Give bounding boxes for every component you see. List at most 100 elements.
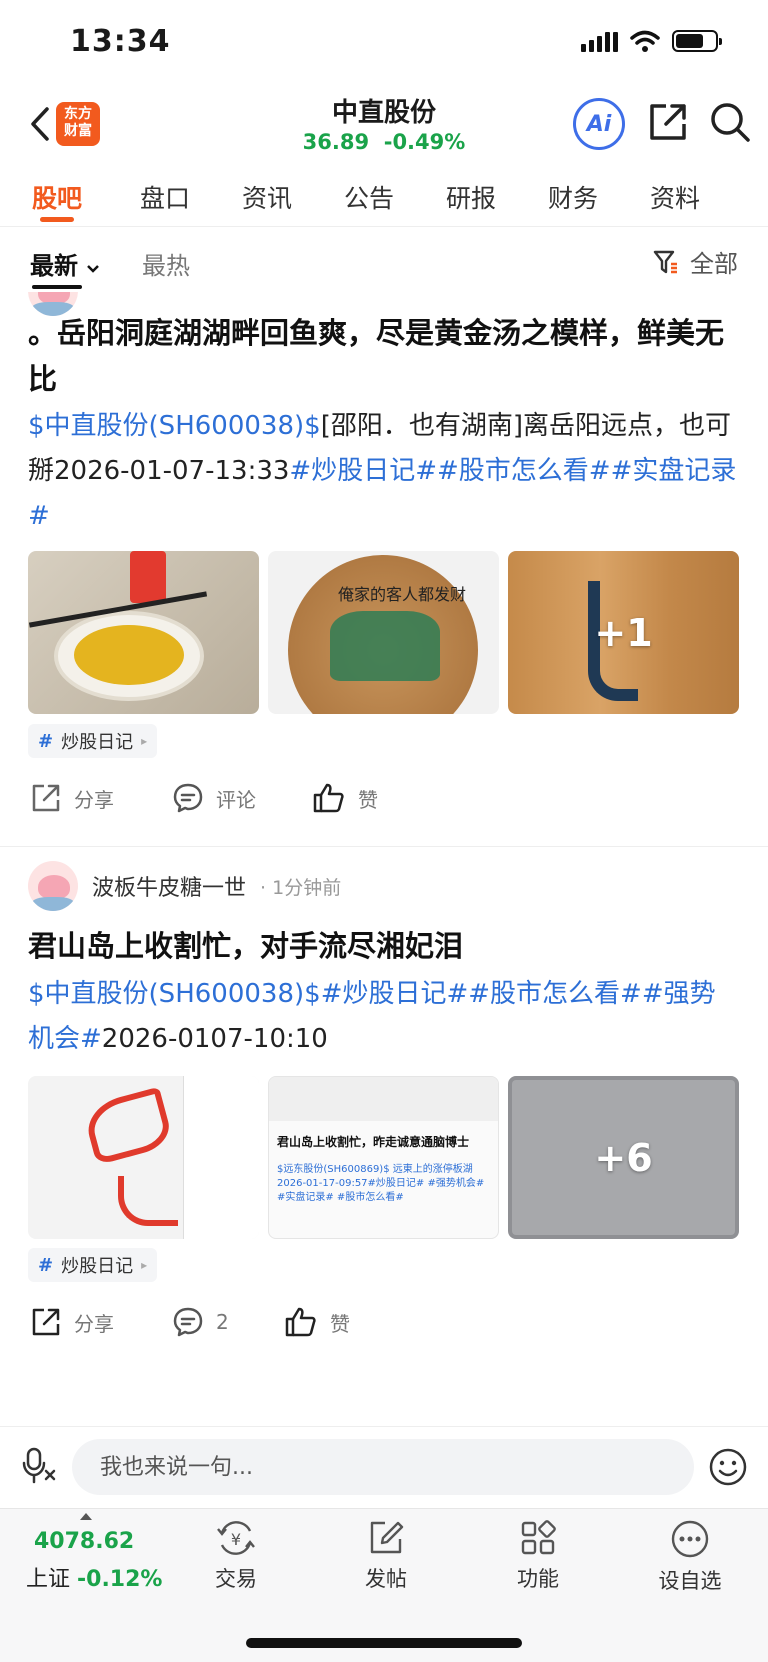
comment-icon bbox=[173, 1307, 203, 1337]
search-icon[interactable] bbox=[708, 100, 752, 144]
post-actions: 分享 2 赞 bbox=[28, 1300, 740, 1344]
more-images-count: +1 bbox=[594, 610, 653, 655]
sort-filter-bar: 最新 最热 全部 bbox=[0, 228, 768, 292]
emoji-icon[interactable] bbox=[708, 1447, 748, 1487]
ai-assistant-button[interactable]: Ai bbox=[573, 98, 625, 150]
nav-trade-label: 交易 bbox=[215, 1567, 257, 1591]
post-image[interactable]: 君山岛上收割忙，昨走诚意通脑博士 $远东股份(SH600869)$ 远東上的涨停… bbox=[268, 1076, 499, 1239]
like-button[interactable]: 赞 bbox=[284, 1300, 350, 1344]
post-images: 俺家的客人都发财 +1 bbox=[28, 551, 740, 714]
tab-research[interactable]: 研报 bbox=[420, 165, 522, 226]
stock-header: 东方 财富 中直股份 36.89 -0.49% Ai bbox=[0, 90, 768, 162]
post-feed[interactable]: 。岳阳洞庭湖湖畔回鱼爽，尽是黄金汤之模样，鲜美无比 $中直股份(SH600038… bbox=[0, 292, 768, 1425]
apps-icon bbox=[521, 1520, 556, 1555]
hashtag-icon: # bbox=[38, 1254, 54, 1276]
post-card[interactable]: 。岳阳洞庭湖湖畔回鱼爽，尽是黄金汤之模样，鲜美无比 $中直股份(SH600038… bbox=[0, 292, 768, 847]
more-icon bbox=[671, 1520, 709, 1558]
voice-input-icon[interactable] bbox=[22, 1445, 56, 1485]
wifi-icon bbox=[630, 30, 660, 52]
tab-profile[interactable]: 资料 bbox=[624, 165, 726, 226]
avatar[interactable] bbox=[28, 861, 78, 911]
tab-announcements[interactable]: 公告 bbox=[318, 165, 420, 226]
comment-input[interactable] bbox=[72, 1439, 694, 1495]
like-button[interactable]: 赞 bbox=[312, 776, 378, 820]
post-image[interactable] bbox=[28, 551, 259, 714]
filter-all-button[interactable]: 全部 bbox=[652, 244, 738, 279]
author-name[interactable]: 波板牛皮糖一世 bbox=[92, 870, 246, 902]
comment-bar bbox=[0, 1426, 768, 1506]
status-icons bbox=[581, 30, 722, 52]
topic-chip[interactable]: # 炒股日记 ▸ bbox=[28, 1248, 158, 1282]
chevron-down-icon bbox=[87, 265, 100, 273]
topic-chip[interactable]: # 炒股日记 ▸ bbox=[28, 724, 158, 758]
thumbs-up-icon bbox=[313, 783, 344, 813]
svg-text:¥: ¥ bbox=[231, 1530, 241, 1549]
nav-add-watchlist[interactable]: 设自选 bbox=[630, 1519, 750, 1599]
post-author-row: 波板牛皮糖一世 · 1分钟前 bbox=[28, 861, 341, 911]
topic-label: 炒股日记 bbox=[61, 1256, 134, 1277]
share-button[interactable]: 分享 bbox=[30, 1300, 114, 1344]
post-time-value: 1分钟前 bbox=[272, 876, 342, 899]
tab-news[interactable]: 资讯 bbox=[216, 165, 318, 226]
nav-functions-label: 功能 bbox=[517, 1567, 559, 1591]
home-indicator[interactable] bbox=[246, 1638, 522, 1648]
share-icon[interactable] bbox=[646, 100, 690, 144]
post-time: · 1分钟前 bbox=[260, 876, 342, 899]
filter-icon bbox=[653, 250, 677, 273]
sort-latest[interactable]: 最新 bbox=[30, 246, 100, 289]
status-time: 13:34 bbox=[70, 24, 171, 59]
index-label: 上证 -0.12% bbox=[26, 1561, 162, 1593]
post-image[interactable] bbox=[28, 1076, 259, 1239]
market-index[interactable]: 4078.62 上证 -0.12% bbox=[18, 1509, 168, 1592]
stock-link[interactable]: $中直股份(SH600038)$ bbox=[28, 411, 321, 441]
share-icon bbox=[32, 1308, 60, 1336]
tab-finance[interactable]: 财务 bbox=[522, 165, 624, 226]
status-bar: 13:34 bbox=[0, 0, 768, 90]
index-change: -0.12% bbox=[77, 1567, 163, 1592]
post-icon bbox=[370, 1521, 404, 1554]
share-label: 分享 bbox=[74, 787, 114, 812]
comment-label: 评论 bbox=[216, 787, 256, 812]
post-image[interactable]: +6 bbox=[508, 1076, 739, 1239]
caret-up-icon bbox=[80, 1513, 92, 1520]
comment-count: 2 bbox=[216, 1310, 229, 1334]
chevron-right-icon: ▸ bbox=[141, 734, 148, 748]
comment-button[interactable]: 评论 bbox=[172, 776, 256, 820]
trade-icon: ¥ bbox=[217, 1521, 255, 1555]
nav-post-label: 发帖 bbox=[365, 1567, 407, 1591]
sort-hot[interactable]: 最热 bbox=[142, 246, 190, 281]
stock-price: 36.89 bbox=[302, 130, 370, 154]
like-label: 赞 bbox=[358, 787, 378, 812]
image-text: 君山岛上收割忙，昨走诚意通脑博士 bbox=[277, 1135, 470, 1149]
nav-trade[interactable]: ¥ 交易 bbox=[176, 1519, 296, 1599]
share-button[interactable]: 分享 bbox=[30, 776, 114, 820]
stock-tabs: 股吧 盘口 资讯 公告 研报 财务 资料 bbox=[0, 165, 768, 227]
post-body[interactable]: $中直股份(SH600038)$#炒股日记##股市怎么看##强势机会#2026-… bbox=[28, 972, 740, 1062]
filter-all-label: 全部 bbox=[690, 250, 738, 278]
post-image[interactable]: 俺家的客人都发财 bbox=[268, 551, 499, 714]
cellular-signal-icon bbox=[581, 30, 618, 52]
index-value: 4078.62 bbox=[34, 1529, 135, 1554]
post-title[interactable]: 。岳阳洞庭湖湖畔回鱼爽，尽是黄金汤之模样，鲜美无比 bbox=[28, 310, 740, 402]
share-icon bbox=[32, 784, 60, 812]
post-actions: 分享 评论 赞 bbox=[28, 776, 740, 820]
stock-link[interactable]: $中直股份(SH600038)$ bbox=[28, 979, 321, 1009]
post-images: 君山岛上收割忙，昨走诚意通脑博士 $远东股份(SH600869)$ 远東上的涨停… bbox=[28, 1076, 740, 1239]
post-title[interactable]: 君山岛上收割忙，对手流尽湘妃泪 bbox=[28, 923, 740, 969]
stock-change: -0.49% bbox=[383, 130, 466, 154]
post-card[interactable]: 波板牛皮糖一世 · 1分钟前 君山岛上收割忙，对手流尽湘妃泪 $中直股份(SH6… bbox=[0, 847, 768, 1425]
tab-guba[interactable]: 股吧 bbox=[0, 165, 114, 226]
tab-pankou[interactable]: 盘口 bbox=[114, 165, 216, 226]
comment-button[interactable]: 2 bbox=[172, 1300, 229, 1344]
post-image[interactable]: +1 bbox=[508, 551, 739, 714]
battery-icon bbox=[672, 30, 722, 52]
sort-latest-label: 最新 bbox=[30, 252, 78, 280]
index-name: 上证 bbox=[26, 1567, 71, 1592]
like-label: 赞 bbox=[330, 1311, 350, 1336]
topic-label: 炒股日记 bbox=[61, 732, 134, 753]
nav-functions[interactable]: 功能 bbox=[478, 1519, 598, 1599]
more-images-count: +6 bbox=[594, 1135, 653, 1180]
nav-post[interactable]: 发帖 bbox=[326, 1519, 446, 1599]
post-body[interactable]: $中直股份(SH600038)$[邵阳．也有湖南]离岳阳远点，也可掰2026-0… bbox=[28, 404, 740, 539]
nav-add-watchlist-label: 设自选 bbox=[658, 1569, 722, 1593]
